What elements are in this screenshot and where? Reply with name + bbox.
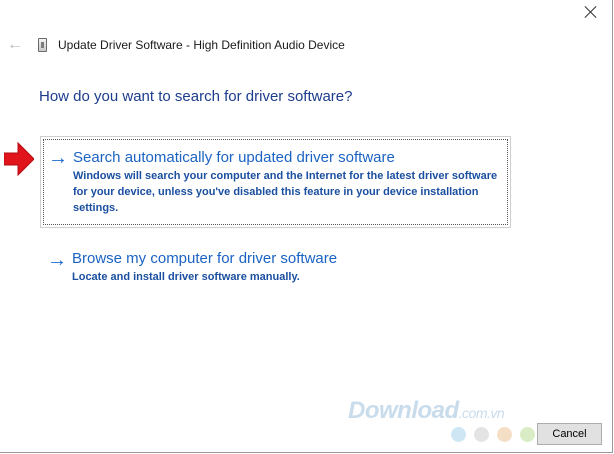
option-description: Locate and install driver software manua…: [72, 271, 300, 283]
right-arrow-icon: →: [48, 147, 68, 169]
red-pointer-arrow-icon: [4, 141, 34, 177]
watermark-dot: [451, 427, 466, 442]
option-description: Windows will search your computer and th…: [73, 170, 498, 214]
page-heading: How do you want to search for driver sof…: [39, 88, 353, 105]
watermark-dot: [520, 427, 535, 442]
option-title: Browse my computer for driver software: [72, 250, 338, 267]
close-icon[interactable]: [584, 5, 598, 19]
watermark-dot: [497, 427, 512, 442]
right-arrow-icon: →: [47, 249, 67, 271]
watermark-main: Download: [348, 397, 459, 424]
watermark-dot: [474, 427, 489, 442]
cancel-button[interactable]: Cancel: [537, 423, 602, 445]
audio-device-icon: [38, 38, 47, 52]
browse-computer-option[interactable]: → Browse my computer for driver software…: [40, 246, 511, 292]
option-title: Search automatically for updated driver …: [73, 149, 395, 166]
update-driver-dialog: ← Update Driver Software - High Definiti…: [0, 0, 613, 453]
window-title: Update Driver Software - High Definition…: [58, 38, 345, 52]
watermark-suffix: .com.vn: [458, 405, 505, 421]
back-arrow-icon[interactable]: ←: [7, 37, 25, 53]
search-automatically-option[interactable]: → Search automatically for updated drive…: [40, 136, 511, 228]
watermark-logo: Download.com.vn: [348, 397, 505, 425]
